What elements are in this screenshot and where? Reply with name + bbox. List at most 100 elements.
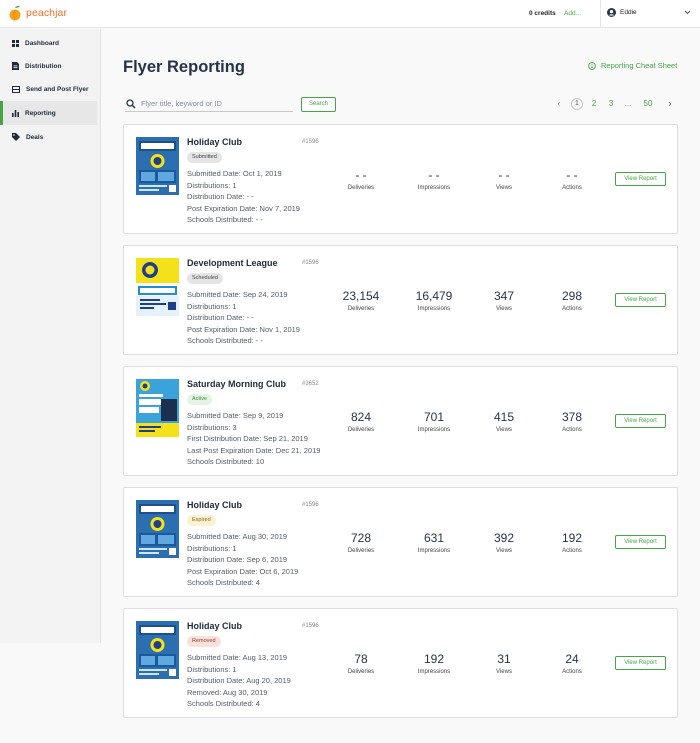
pagination-page-1[interactable]: 1	[571, 98, 583, 110]
deliveries-label: Deliveries	[347, 427, 375, 433]
status-badge: Expired	[187, 515, 216, 526]
expiration-date: Post Expiration Date: Nov 7, 2019	[187, 203, 300, 213]
distribution-date: First Distribution Date: Sep 21, 2019	[187, 434, 308, 443]
view-report-button[interactable]: View Report	[615, 656, 666, 670]
stat-views: 415 Views	[474, 409, 534, 433]
view-report-button[interactable]: View Report	[615, 172, 666, 186]
view-report-button[interactable]: View Report	[615, 414, 666, 428]
stat-views: 392 Views	[474, 530, 534, 554]
search-button[interactable]: Search	[301, 97, 336, 112]
search-input[interactable]	[141, 97, 291, 110]
expiration-date: Removed: Aug 30, 2019	[187, 687, 268, 697]
sidebar-item-deals[interactable]: Deals	[0, 125, 97, 149]
schools-distributed: Schools Distributed: - -	[187, 336, 263, 345]
expiration-date: Post Expiration Date: Nov 1, 2019	[187, 324, 300, 334]
flyer-details: Submitted Date: Oct 1, 2019 Distribution…	[187, 168, 300, 226]
status-badge: Submitted	[187, 152, 222, 163]
distribution-date: Distribution Date: Aug 20, 2019	[187, 676, 291, 685]
status-badge: Active	[187, 394, 212, 405]
top-bar: peachjar 0 credits Add... Eddie	[0, 0, 700, 28]
stat-actions: 298 Actions	[542, 288, 602, 312]
submitted-date: Submitted Date: Sep 9, 2019	[187, 411, 284, 420]
actions-value: 24	[565, 652, 579, 666]
stat-views: - - Views	[474, 167, 534, 191]
impressions-label: Impressions	[417, 669, 451, 675]
grid-icon	[12, 39, 19, 47]
sidebar-item-label: Deals	[26, 133, 44, 141]
flyer-thumbnail[interactable]	[136, 621, 179, 679]
expiration-date: Post Expiration Date: Oct 6, 2019	[187, 566, 299, 576]
flyer-thumbnail-image	[136, 500, 179, 558]
views-value: 347	[493, 289, 515, 303]
stat-deliveries: - - Deliveries	[331, 167, 391, 191]
submitted-date: Submitted Date: Sep 24, 2019	[187, 290, 288, 299]
sidebar-item-reporting[interactable]: Reporting	[0, 101, 97, 125]
tag-icon	[12, 133, 20, 141]
pagination-next[interactable]: ›	[666, 98, 674, 110]
flyer-thumbnail-image	[136, 379, 179, 437]
pagination-page-50[interactable]: 50	[641, 98, 655, 110]
pagination-ellipsis: ...	[624, 99, 632, 108]
sidebar-item-send-and-post[interactable]: Send and Post Flyer	[0, 77, 97, 101]
chevron-down-icon[interactable]	[684, 10, 691, 15]
views-label: Views	[496, 427, 512, 433]
pagination-prev[interactable]: ‹	[555, 98, 563, 110]
stat-views: 347 Views	[474, 288, 534, 312]
sidebar-item-distribution[interactable]: Distribution	[0, 54, 97, 78]
view-report-button[interactable]: View Report	[615, 535, 666, 549]
views-value: 31	[497, 652, 511, 666]
sidebar-item-label: Reporting	[25, 109, 56, 117]
app-name: peachjar	[26, 7, 68, 19]
bar-chart-icon	[12, 109, 19, 117]
flyer-title[interactable]: Development League	[187, 258, 278, 268]
stat-deliveries: 23,154 Deliveries	[331, 288, 391, 312]
document-icon	[12, 62, 19, 70]
flyer-card: Saturday Morning Club #3652 Active Submi…	[123, 366, 678, 476]
reporting-cheat-sheet-link[interactable]: Reporting Cheat Sheet	[588, 61, 677, 70]
flyer-title[interactable]: Holiday Club	[187, 500, 242, 510]
flyer-card: Development League #1596 Scheduled Submi…	[123, 245, 678, 355]
distribution-date: Distribution Date: - -	[187, 313, 254, 322]
stat-impressions: 192 Impressions	[404, 651, 464, 675]
flyer-thumbnail[interactable]	[136, 137, 179, 195]
divider	[600, 0, 601, 28]
search-icon	[126, 99, 136, 109]
add-credits-link[interactable]: Add...	[564, 10, 581, 17]
flyer-title[interactable]: Holiday Club	[187, 621, 242, 631]
search-bar	[125, 97, 293, 112]
peachjar-logo[interactable]: peachjar	[8, 5, 67, 21]
impressions-value: 631	[423, 531, 445, 545]
views-value: 415	[493, 410, 515, 424]
impressions-label: Impressions	[417, 185, 451, 191]
schools-distributed: Schools Distributed: 4	[187, 578, 260, 587]
submitted-date: Submitted Date: Aug 30, 2019	[187, 532, 288, 541]
sidebar-item-dashboard[interactable]: Dashboard	[0, 31, 97, 55]
status-badge: Scheduled	[187, 273, 223, 284]
deliveries-value: 728	[350, 531, 372, 545]
user-icon	[607, 8, 616, 17]
flyer-card: Holiday Club #1596 Submitted Submitted D…	[123, 124, 678, 234]
flyer-card: Holiday Club #1596 Expired Submitted Dat…	[123, 487, 678, 597]
flyer-thumbnail-image	[136, 137, 179, 195]
stat-deliveries: 728 Deliveries	[331, 530, 391, 554]
view-report-button[interactable]: View Report	[615, 293, 666, 307]
flyer-thumbnail[interactable]	[136, 500, 179, 558]
pagination-page-2[interactable]: 2	[589, 98, 599, 110]
expiration-date: Last Post Expiration Date: Dec 21, 2019	[187, 445, 321, 455]
stat-impressions: 631 Impressions	[404, 530, 464, 554]
views-label: Views	[496, 185, 512, 191]
stat-deliveries: 824 Deliveries	[331, 409, 391, 433]
flyer-title[interactable]: Saturday Morning Club	[187, 379, 286, 389]
send-icon	[12, 85, 20, 93]
flyer-thumbnail[interactable]	[136, 379, 179, 437]
flyer-id: #1596	[302, 139, 319, 145]
flyer-title[interactable]: Holiday Club	[187, 137, 242, 147]
flyer-thumbnail-image	[136, 258, 179, 316]
user-menu[interactable]: Eddie	[607, 8, 637, 17]
pagination-page-3[interactable]: 3	[606, 98, 616, 110]
impressions-value: 192	[423, 652, 445, 666]
flyer-thumbnail[interactable]	[136, 258, 179, 316]
flyer-id: #1596	[302, 623, 319, 629]
distributions-count: Distributions: 1	[187, 664, 237, 674]
distributions-count: Distributions: 1	[187, 543, 237, 553]
